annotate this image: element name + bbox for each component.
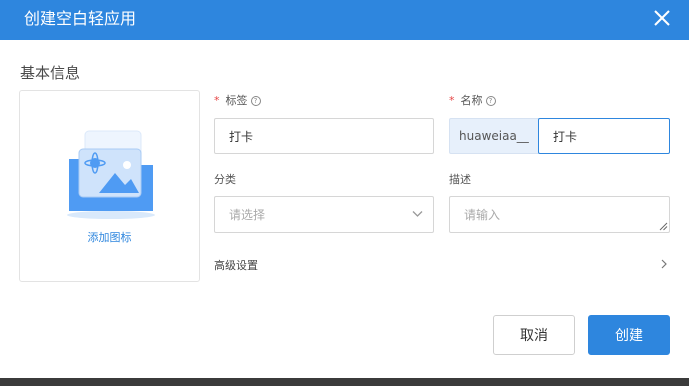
- chevron-down-icon: [412, 211, 423, 217]
- chevron-right-icon[interactable]: [661, 259, 667, 269]
- resize-handle-icon[interactable]: [659, 222, 668, 231]
- required-mark: *: [449, 94, 455, 107]
- advanced-settings-toggle[interactable]: 高级设置: [214, 257, 258, 273]
- name-prefix: huaweiaa__: [449, 118, 539, 154]
- required-mark: *: [214, 94, 220, 107]
- dialog-title: 创建空白轻应用: [24, 9, 137, 28]
- name-label: 名称: [460, 94, 483, 107]
- add-icon-button[interactable]: 添加图标: [19, 90, 200, 282]
- category-label: 分类: [214, 173, 236, 186]
- category-select[interactable]: 请选择: [214, 196, 434, 233]
- cancel-button[interactable]: 取消: [493, 315, 575, 355]
- close-icon[interactable]: [652, 8, 672, 28]
- tag-input-value: 打卡: [229, 129, 254, 144]
- create-button[interactable]: 创建: [588, 315, 670, 355]
- tag-input[interactable]: 打卡: [214, 118, 434, 154]
- description-textarea[interactable]: 请输入: [449, 196, 670, 233]
- section-title-basic-info: 基本信息: [20, 64, 81, 82]
- help-icon[interactable]: ?: [485, 96, 496, 106]
- dialog-header: 创建空白轻应用: [0, 0, 689, 40]
- add-icon-label: 添加图标: [87, 231, 132, 244]
- tag-label: 标签: [225, 94, 248, 107]
- image-folder-icon: [67, 130, 155, 219]
- tag-label-row: * 标签?: [214, 94, 261, 108]
- name-label-row: * 名称?: [449, 94, 496, 108]
- name-input-value: 打卡: [553, 129, 578, 144]
- name-input[interactable]: 打卡: [538, 118, 670, 154]
- help-icon[interactable]: ?: [250, 96, 261, 106]
- create-app-dialog: 创建空白轻应用 基本信息 添加图标 * 标签? 打卡 * 名称? huaweiaa_…: [0, 0, 689, 378]
- advanced-settings-label: 高级设置: [214, 259, 258, 272]
- description-label: 描述: [449, 173, 471, 186]
- description-placeholder: 请输入: [464, 208, 501, 222]
- category-placeholder: 请选择: [229, 208, 266, 222]
